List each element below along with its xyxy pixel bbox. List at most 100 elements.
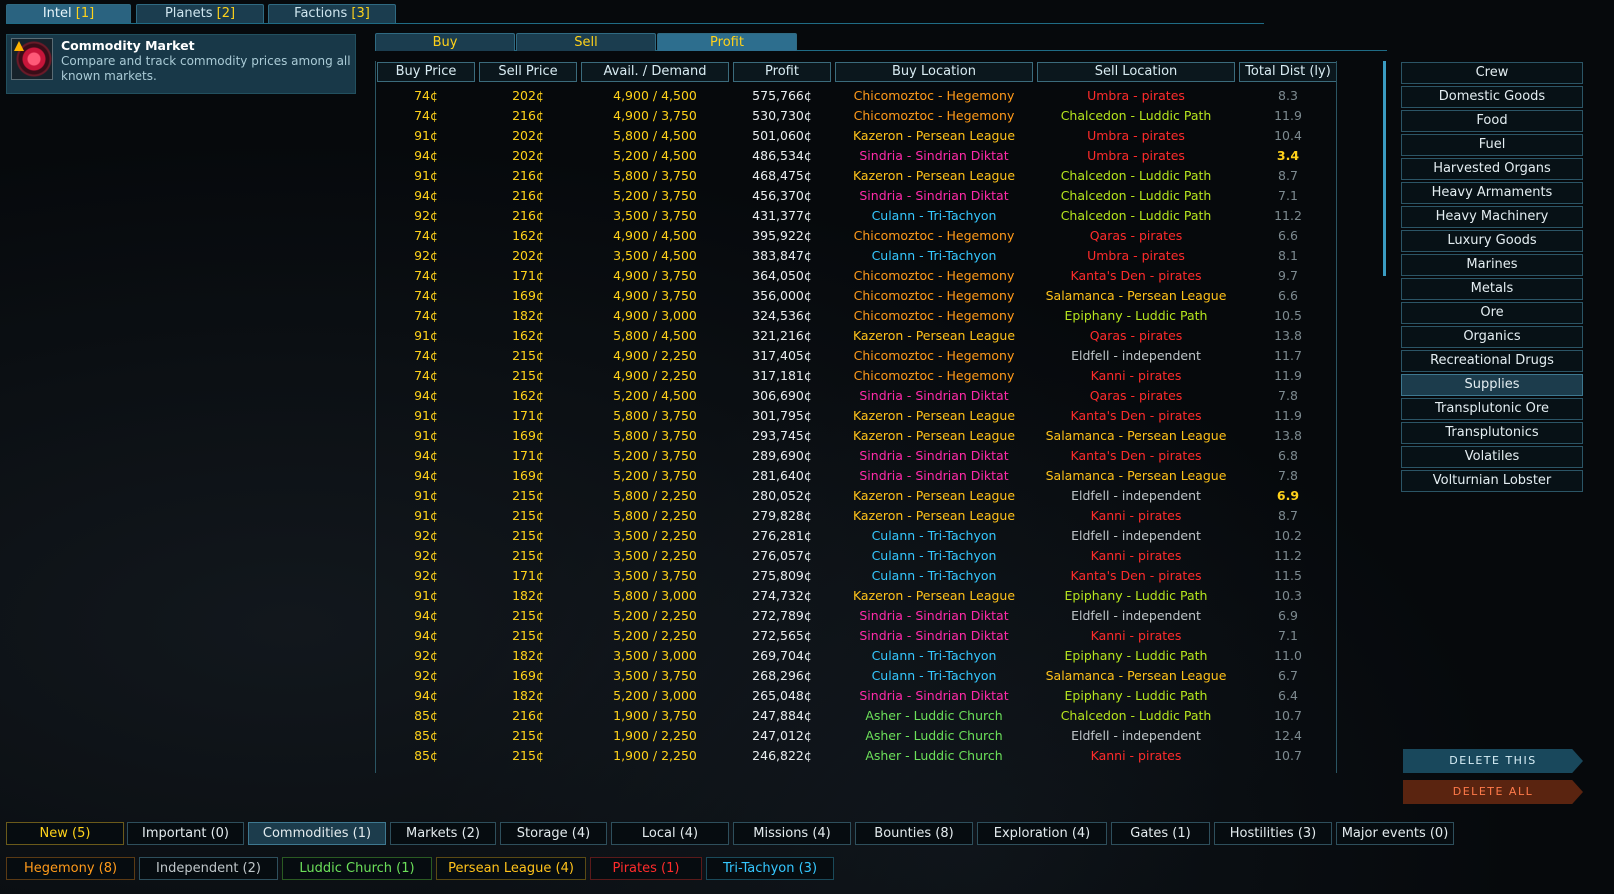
commodity-item[interactable]: Supplies	[1401, 374, 1583, 396]
filter-commodities[interactable]: Commodities (1)	[248, 822, 386, 845]
cell-buy-location: Kazeron - Persean League	[852, 168, 1016, 183]
tab-factions[interactable]: Factions [3]	[268, 4, 396, 23]
cell-buy-location: Culann - Tri-Tachyon	[871, 668, 997, 683]
commodity-item[interactable]: Harvested Organs	[1401, 158, 1583, 180]
table-scrollbar[interactable]	[1383, 61, 1386, 276]
table-row[interactable]: 94¢ 182¢ 5,200 / 3,000 265,048¢ Sindria - Si…	[375, 686, 1335, 706]
filter-luddic-church[interactable]: Luddic Church (1)	[282, 857, 432, 880]
filter-hegemony[interactable]: Hegemony (8)	[6, 857, 135, 880]
table-row[interactable]: 91¢ 169¢ 5,800 / 3,750 293,745¢ Kazeron - Pe…	[375, 426, 1335, 446]
commodity-item[interactable]: Heavy Machinery	[1401, 206, 1583, 228]
cell-buy-price: 91¢	[414, 408, 438, 423]
cell-avail-demand: 3,500 / 4,500	[613, 248, 697, 263]
table-row[interactable]: 74¢ 202¢ 4,900 / 4,500 575,766¢ Chicomoztoc …	[375, 86, 1335, 106]
tab-profit[interactable]: Profit	[657, 33, 797, 51]
commodity-item[interactable]: Organics	[1401, 326, 1583, 348]
commodity-item[interactable]: Metals	[1401, 278, 1583, 300]
filter-gates[interactable]: Gates (1)	[1111, 822, 1210, 845]
cell-buy-location: Chicomoztoc - Hegemony	[853, 348, 1015, 363]
table-row[interactable]: 74¢ 162¢ 4,900 / 4,500 395,922¢ Chicomoztoc …	[375, 226, 1335, 246]
table-row[interactable]: 85¢ 215¢ 1,900 / 2,250 247,012¢ Asher - Ludd…	[375, 726, 1335, 746]
filter-persean-league[interactable]: Persean League (4)	[436, 857, 586, 880]
table-row[interactable]: 94¢ 215¢ 5,200 / 2,250 272,565¢ Sindria - Si…	[375, 626, 1335, 646]
tab-intel[interactable]: Intel [1]	[6, 4, 131, 23]
tab-buy[interactable]: Buy	[375, 33, 515, 51]
table-row[interactable]: 91¢ 162¢ 5,800 / 4,500 321,216¢ Kazeron - Pe…	[375, 326, 1335, 346]
table-row[interactable]: 92¢ 215¢ 3,500 / 2,250 276,281¢ Culann - Tri…	[375, 526, 1335, 546]
cell-avail-demand: 5,800 / 3,750	[613, 428, 697, 443]
commodity-item[interactable]: Ore	[1401, 302, 1583, 324]
commodity-item[interactable]: Luxury Goods	[1401, 230, 1583, 252]
table-row[interactable]: 92¢ 169¢ 3,500 / 3,750 268,296¢ Culann - Tri…	[375, 666, 1335, 686]
cell-sell-price: 215¢	[512, 348, 544, 363]
commodity-item[interactable]: Heavy Armaments	[1401, 182, 1583, 204]
filter-storage[interactable]: Storage (4)	[500, 822, 607, 845]
table-row[interactable]: 74¢ 215¢ 4,900 / 2,250 317,181¢ Chicomoztoc …	[375, 366, 1335, 386]
filter-new[interactable]: New (5)	[6, 822, 124, 845]
table-row[interactable]: 91¢ 171¢ 5,800 / 3,750 301,795¢ Kazeron - Pe…	[375, 406, 1335, 426]
filter-independent[interactable]: Independent (2)	[139, 857, 278, 880]
table-row[interactable]: 74¢ 171¢ 4,900 / 3,750 364,050¢ Chicomoztoc …	[375, 266, 1335, 286]
table-row[interactable]: 92¢ 215¢ 3,500 / 2,250 276,057¢ Culann - Tri…	[375, 546, 1335, 566]
table-row[interactable]: 91¢ 182¢ 5,800 / 3,000 274,732¢ Kazeron - Pe…	[375, 586, 1335, 606]
filter-exploration[interactable]: Exploration (4)	[977, 822, 1107, 845]
intel-item-commodity-market[interactable]: Commodity Market Compare and track commo…	[6, 34, 356, 94]
cell-total-dist: 8.7	[1278, 508, 1298, 523]
tab-sell[interactable]: Sell	[516, 33, 656, 51]
table-row[interactable]: 91¢ 215¢ 5,800 / 2,250 280,052¢ Kazeron - Pe…	[375, 486, 1335, 506]
table-row[interactable]: 94¢ 215¢ 5,200 / 2,250 272,789¢ Sindria - Si…	[375, 606, 1335, 626]
table-row[interactable]: 91¢ 215¢ 5,800 / 2,250 279,828¢ Kazeron - Pe…	[375, 506, 1335, 526]
filter-bounties[interactable]: Bounties (8)	[855, 822, 973, 845]
commodity-item[interactable]: Volatiles	[1401, 446, 1583, 468]
table-row[interactable]: 94¢ 216¢ 5,200 / 3,750 456,370¢ Sindria - Si…	[375, 186, 1335, 206]
cell-buy-location: Chicomoztoc - Hegemony	[853, 88, 1015, 103]
table-row[interactable]: 92¢ 171¢ 3,500 / 3,750 275,809¢ Culann - Tri…	[375, 566, 1335, 586]
table-row[interactable]: 92¢ 182¢ 3,500 / 3,000 269,704¢ Culann - Tri…	[375, 646, 1335, 666]
cell-avail-demand: 4,900 / 2,250	[613, 348, 697, 363]
commodity-item[interactable]: Crew	[1401, 62, 1583, 84]
commodity-item[interactable]: Domestic Goods	[1401, 86, 1583, 108]
table-row[interactable]: 91¢ 216¢ 5,800 / 3,750 468,475¢ Kazeron - Pe…	[375, 166, 1335, 186]
cell-buy-price: 91¢	[414, 128, 438, 143]
cell-total-dist: 11.0	[1274, 648, 1302, 663]
cell-buy-price: 74¢	[414, 268, 438, 283]
delete-this-button[interactable]: DELETE THIS	[1403, 749, 1583, 773]
table-row[interactable]: 74¢ 182¢ 4,900 / 3,000 324,536¢ Chicomoztoc …	[375, 306, 1335, 326]
commodity-item[interactable]: Transplutonics	[1401, 422, 1583, 444]
filter-missions[interactable]: Missions (4)	[733, 822, 851, 845]
commodity-item[interactable]: Fuel	[1401, 134, 1583, 156]
cell-profit: 276,057¢	[752, 548, 812, 563]
table-row[interactable]: 74¢ 215¢ 4,900 / 2,250 317,405¢ Chicomoztoc …	[375, 346, 1335, 366]
cell-profit: 272,565¢	[752, 628, 812, 643]
commodity-item[interactable]: Marines	[1401, 254, 1583, 276]
table-row[interactable]: 91¢ 202¢ 5,800 / 4,500 501,060¢ Kazeron - Pe…	[375, 126, 1335, 146]
top-tab-bar: Intel [1] Planets [2] Factions [3]	[6, 4, 1264, 24]
table-row[interactable]: 94¢ 171¢ 5,200 / 3,750 289,690¢ Sindria - Si…	[375, 446, 1335, 466]
filter-important[interactable]: Important (0)	[127, 822, 244, 845]
filter-tri-tachyon[interactable]: Tri-Tachyon (3)	[706, 857, 834, 880]
filter-local[interactable]: Local (4)	[611, 822, 729, 845]
filter-markets[interactable]: Markets (2)	[390, 822, 496, 845]
commodity-item[interactable]: Transplutonic Ore	[1401, 398, 1583, 420]
table-row[interactable]: 92¢ 216¢ 3,500 / 3,750 431,377¢ Culann - Tri…	[375, 206, 1335, 226]
delete-all-button[interactable]: DELETE ALL	[1403, 780, 1583, 804]
commodity-item[interactable]: Volturnian Lobster	[1401, 470, 1583, 492]
commodity-item[interactable]: Food	[1401, 110, 1583, 132]
cell-profit: 501,060¢	[752, 128, 812, 143]
cell-sell-price: 162¢	[512, 388, 544, 403]
tab-planets[interactable]: Planets [2]	[136, 4, 264, 23]
cell-sell-location: Salamanca - Persean League	[1045, 428, 1227, 443]
table-row[interactable]: 92¢ 202¢ 3,500 / 4,500 383,847¢ Culann - Tri…	[375, 246, 1335, 266]
table-row[interactable]: 94¢ 202¢ 5,200 / 4,500 486,534¢ Sindria - Si…	[375, 146, 1335, 166]
cell-avail-demand: 5,800 / 2,250	[613, 508, 697, 523]
table-row[interactable]: 94¢ 169¢ 5,200 / 3,750 281,640¢ Sindria - Si…	[375, 466, 1335, 486]
table-row[interactable]: 74¢ 216¢ 4,900 / 3,750 530,730¢ Chicomoztoc …	[375, 106, 1335, 126]
table-row[interactable]: 85¢ 216¢ 1,900 / 3,750 247,884¢ Asher - Ludd…	[375, 706, 1335, 726]
table-row[interactable]: 85¢ 215¢ 1,900 / 2,250 246,822¢ Asher - Ludd…	[375, 746, 1335, 766]
filter-major-events[interactable]: Major events (0)	[1336, 822, 1454, 845]
commodity-item[interactable]: Recreational Drugs	[1401, 350, 1583, 372]
filter-hostilities[interactable]: Hostilities (3)	[1214, 822, 1332, 845]
table-row[interactable]: 74¢ 169¢ 4,900 / 3,750 356,000¢ Chicomoztoc …	[375, 286, 1335, 306]
filter-pirates[interactable]: Pirates (1)	[590, 857, 702, 880]
table-row[interactable]: 94¢ 162¢ 5,200 / 4,500 306,690¢ Sindria - Si…	[375, 386, 1335, 406]
